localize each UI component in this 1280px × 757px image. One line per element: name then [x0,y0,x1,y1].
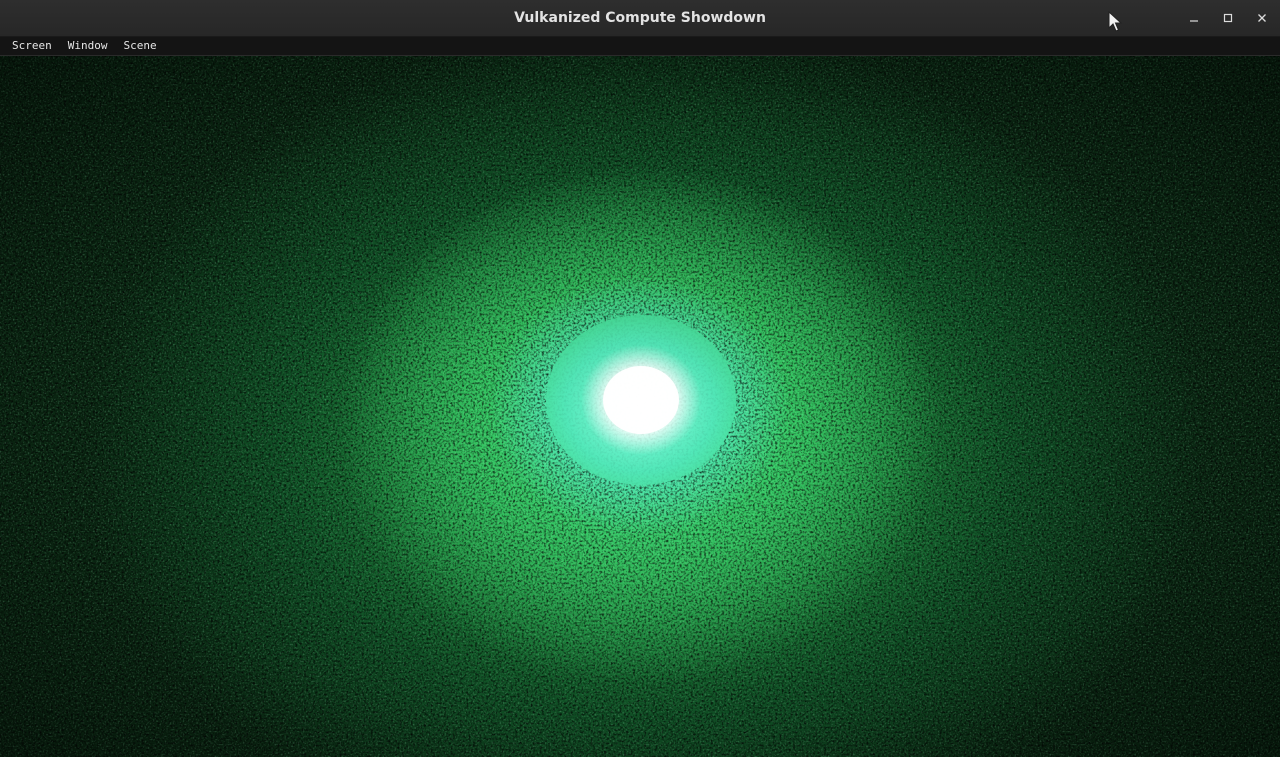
close-button[interactable] [1248,6,1276,30]
close-icon [1258,14,1266,22]
particle-noise-overlay [0,56,1280,757]
mouse-cursor-icon [1108,11,1123,32]
minimize-icon [1190,20,1198,22]
app-window: Vulkanized Compute Showdown Screen Windo… [0,0,1280,757]
render-viewport[interactable] [0,56,1280,757]
maximize-icon [1223,13,1233,23]
menu-scene[interactable]: Scene [116,37,165,55]
maximize-button[interactable] [1214,6,1242,30]
window-title: Vulkanized Compute Showdown [514,10,766,26]
minimize-button[interactable] [1180,6,1208,30]
menu-screen[interactable]: Screen [4,37,60,55]
menu-window[interactable]: Window [60,37,116,55]
menu-bar: Screen Window Scene [0,37,1280,56]
title-bar[interactable]: Vulkanized Compute Showdown [0,0,1280,37]
